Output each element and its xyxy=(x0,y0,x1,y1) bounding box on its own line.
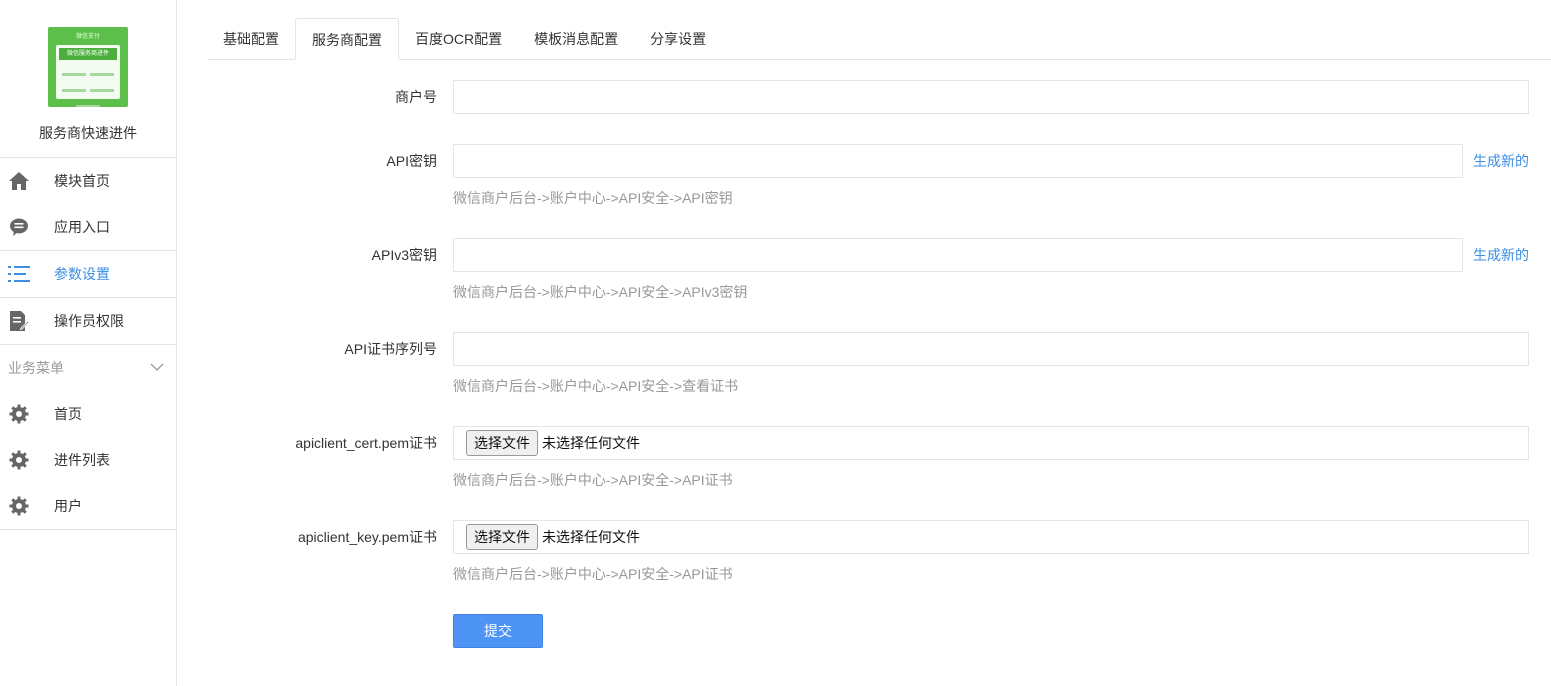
cert-serial-input[interactable] xyxy=(453,332,1529,366)
generate-apiv3-key-link[interactable]: 生成新的 xyxy=(1473,238,1529,272)
config-tabs: 基础配置 服务商配置 百度OCR配置 模板消息配置 分享设置 xyxy=(207,18,1551,60)
api-key-label: API密钥 xyxy=(386,153,437,169)
key-pem-help: 微信商户后台->账户中心->API安全->API证书 xyxy=(453,566,733,582)
menu-group-business: 业务菜单 首页 进件列表 用户 xyxy=(0,345,176,530)
sidebar-item-param-settings[interactable]: 参数设置 xyxy=(0,251,176,297)
group-title-label: 业务菜单 xyxy=(8,360,64,376)
home-icon xyxy=(8,170,30,192)
menu-group-main: 模块首页 应用入口 xyxy=(0,158,176,251)
business-menu-toggle[interactable]: 业务菜单 xyxy=(0,345,176,391)
api-key-help: 微信商户后台->账户中心->API安全->API密钥 xyxy=(453,190,733,206)
sidebar-item-label: 模块首页 xyxy=(54,173,110,189)
sidebar-item-users[interactable]: 用户 xyxy=(0,483,176,529)
menu-group-permissions: 操作员权限 xyxy=(0,298,176,345)
sidebar-item-home[interactable]: 首页 xyxy=(0,391,176,437)
key-pem-file-status: 未选择任何文件 xyxy=(542,529,640,545)
cert-pem-help: 微信商户后台->账户中心->API安全->API证书 xyxy=(453,472,733,488)
cert-pem-choose-file-button[interactable]: 选择文件 xyxy=(466,430,538,456)
sidebar-item-operator-permissions[interactable]: 操作员权限 xyxy=(0,298,176,344)
menu-group-settings: 参数设置 xyxy=(0,251,176,298)
apiv3-key-help: 微信商户后台->账户中心->API安全->APIv3密钥 xyxy=(453,284,748,300)
list-settings-icon xyxy=(8,263,30,285)
api-key-input[interactable] xyxy=(453,144,1463,178)
gear-icon xyxy=(8,495,30,517)
app-name: 服务商快速进件 xyxy=(39,125,137,141)
submit-button[interactable]: 提交 xyxy=(453,614,543,648)
key-pem-choose-file-button[interactable]: 选择文件 xyxy=(466,524,538,550)
sidebar-item-module-home[interactable]: 模块首页 xyxy=(0,158,176,204)
cert-pem-file-input: 选择文件 未选择任何文件 xyxy=(453,426,1529,460)
sidebar-item-label: 操作员权限 xyxy=(54,313,124,329)
merchant-id-input[interactable] xyxy=(453,80,1529,114)
logo-banner-text: 微信服务商进件 xyxy=(59,48,117,60)
generate-api-key-link[interactable]: 生成新的 xyxy=(1473,144,1529,178)
sidebar-item-label: 用户 xyxy=(54,498,82,514)
sidebar-item-application-list[interactable]: 进件列表 xyxy=(0,437,176,483)
sidebar-item-label: 首页 xyxy=(54,406,82,422)
key-pem-file-input: 选择文件 未选择任何文件 xyxy=(453,520,1529,554)
apiv3-key-label: APIv3密钥 xyxy=(371,247,437,263)
gear-icon xyxy=(8,449,30,471)
gear-icon xyxy=(8,403,30,425)
app-header: 微信支付 微信服务商进件 服务商快速进件 xyxy=(0,0,176,158)
sidebar-item-label: 进件列表 xyxy=(54,452,110,468)
cert-serial-label: API证书序列号 xyxy=(344,341,437,357)
key-pem-label: apiclient_key.pem证书 xyxy=(297,529,437,545)
apiv3-key-input[interactable] xyxy=(453,238,1463,272)
sidebar-item-app-entry[interactable]: 应用入口 xyxy=(0,204,176,250)
sidebar-item-label: 参数设置 xyxy=(54,266,110,282)
tab-basic-config[interactable]: 基础配置 xyxy=(207,18,295,60)
logo-top-text: 微信支付 xyxy=(75,34,100,40)
document-edit-icon xyxy=(8,310,30,332)
logo-decoration xyxy=(60,65,116,107)
cert-pem-label: apiclient_cert.pem证书 xyxy=(295,435,437,451)
sidebar: 微信支付 微信服务商进件 服务商快速进件 模块首页 应用入口 参数设置 操作员权… xyxy=(0,0,177,686)
chevron-down-icon xyxy=(150,359,164,375)
merchant-id-label: 商户号 xyxy=(395,89,437,105)
tab-service-provider-config[interactable]: 服务商配置 xyxy=(295,18,399,60)
cert-serial-help: 微信商户后台->账户中心->API安全->查看证书 xyxy=(453,378,739,394)
cert-pem-file-status: 未选择任何文件 xyxy=(542,435,640,451)
chat-bubble-icon xyxy=(8,216,30,238)
tab-template-message-config[interactable]: 模板消息配置 xyxy=(518,18,634,60)
app-logo: 微信支付 微信服务商进件 xyxy=(48,27,128,107)
sidebar-item-label: 应用入口 xyxy=(54,219,110,235)
tab-baidu-ocr-config[interactable]: 百度OCR配置 xyxy=(399,18,518,60)
tab-share-settings[interactable]: 分享设置 xyxy=(634,18,722,60)
